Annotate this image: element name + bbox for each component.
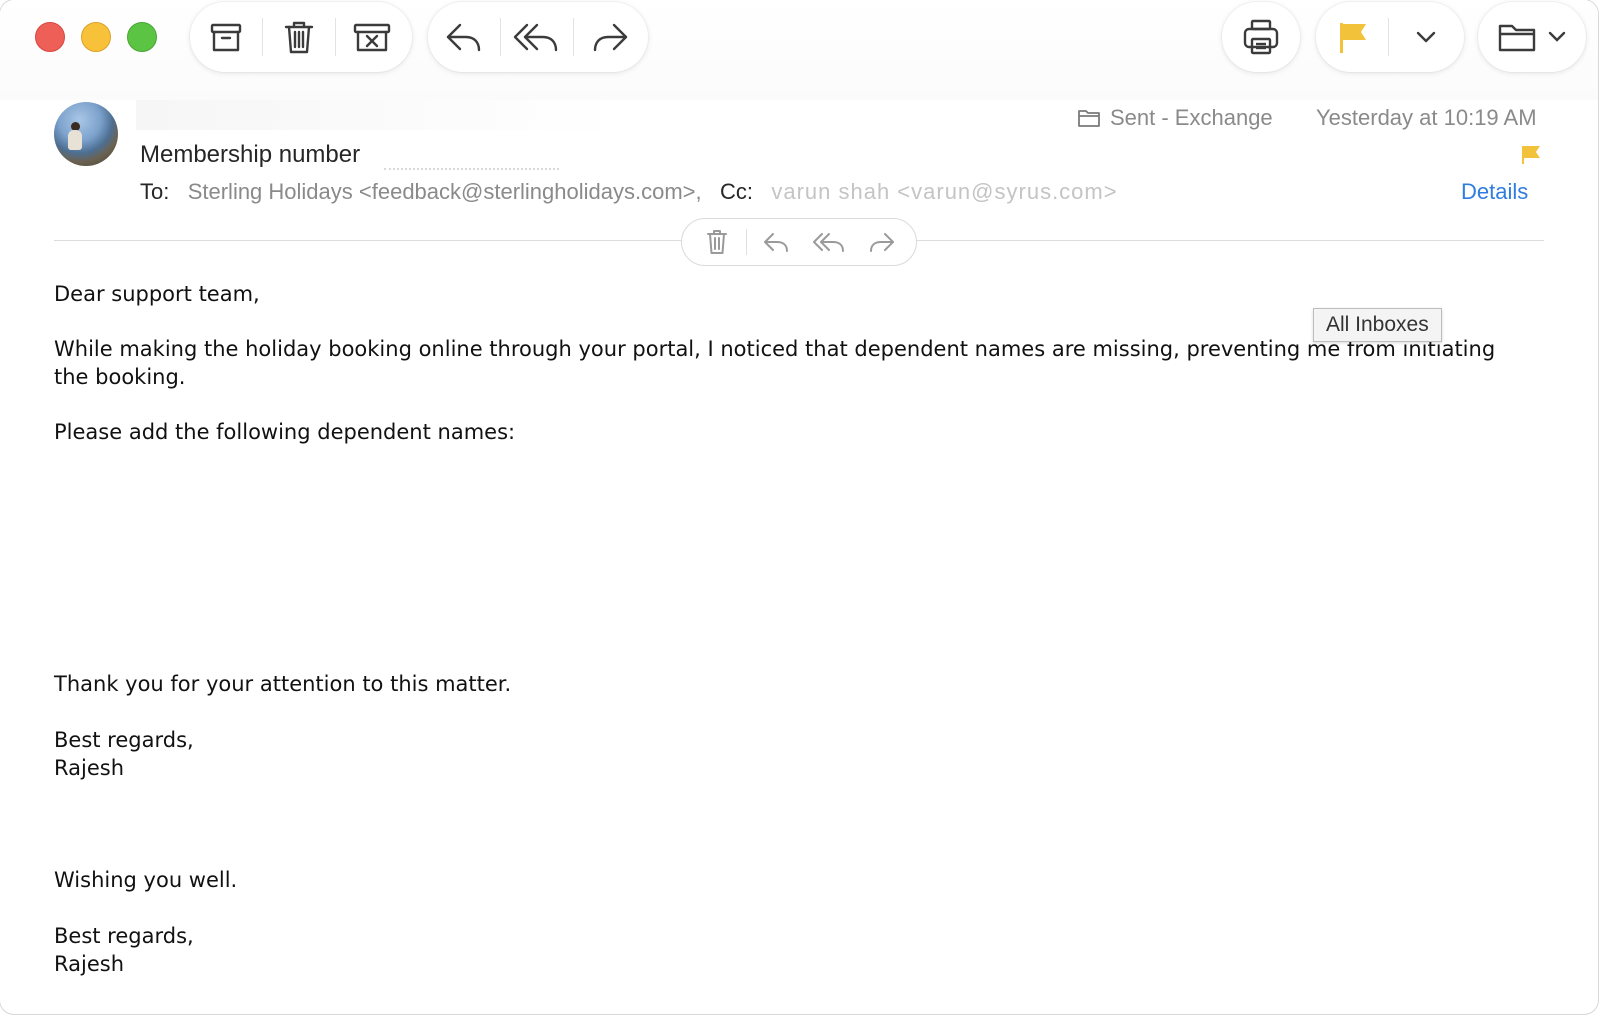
reply-all-icon xyxy=(812,233,844,252)
message-date: Yesterday at 10:19 AM xyxy=(1316,105,1537,130)
flag-group xyxy=(1316,2,1464,72)
toolbar xyxy=(0,0,1598,100)
trash-icon xyxy=(706,230,727,254)
mailbox-name: Sent - Exchange xyxy=(1110,105,1273,130)
chevron-down-icon xyxy=(1416,31,1436,43)
print-icon xyxy=(1243,19,1279,55)
flag-icon xyxy=(1340,23,1366,53)
cc-label: Cc: xyxy=(719,179,753,204)
sender-avatar xyxy=(54,102,118,166)
hover-delete-button[interactable] xyxy=(693,222,741,262)
toolbar-group-delete xyxy=(190,2,412,72)
details-link[interactable]: Details xyxy=(1461,179,1528,205)
mailbox-indicator: Sent - Exchange xyxy=(1078,105,1273,131)
reply-icon xyxy=(763,233,788,252)
avatar-photo-person xyxy=(68,130,82,150)
reply-all-icon xyxy=(513,23,558,52)
hover-reply-all-button[interactable] xyxy=(805,222,853,262)
mailbox-tooltip: All Inboxes xyxy=(1313,308,1442,342)
folder-icon xyxy=(1498,24,1536,52)
body-paragraph-1: While making the holiday booking online … xyxy=(54,337,1496,389)
archive-icon xyxy=(210,23,242,52)
close-window-button[interactable] xyxy=(35,22,65,52)
reply-icon xyxy=(446,23,481,52)
body-signature-1: Rajesh xyxy=(54,756,125,780)
flag-button[interactable] xyxy=(1316,2,1388,72)
hover-reply-button[interactable] xyxy=(752,222,800,262)
delete-button[interactable] xyxy=(263,2,335,72)
trash-icon xyxy=(284,21,314,54)
zoom-window-button[interactable] xyxy=(127,22,157,52)
chevron-down-icon xyxy=(1548,31,1566,42)
message-subject: Membership number xyxy=(140,141,361,168)
hover-separator xyxy=(745,229,747,255)
body-regards-1: Best regards, xyxy=(54,728,194,752)
reply-all-button[interactable] xyxy=(501,2,573,72)
archive-button[interactable] xyxy=(190,2,262,72)
hover-forward-button[interactable] xyxy=(858,222,906,262)
move-button[interactable] xyxy=(1478,2,1586,72)
flag-menu-button[interactable] xyxy=(1389,2,1463,72)
mail-window: Membership number Sent - Exchange Yester… xyxy=(0,0,1598,1014)
flag-icon xyxy=(1522,146,1540,164)
print-button[interactable] xyxy=(1222,2,1300,72)
to-label: To: xyxy=(140,179,170,204)
minimize-window-button[interactable] xyxy=(81,22,111,52)
body-greeting: Dear support team, xyxy=(54,282,260,306)
junk-button[interactable] xyxy=(336,2,408,72)
forward-icon xyxy=(593,23,628,52)
cc-recipient[interactable]: varun shah <varun@syrus.com> xyxy=(771,179,1117,204)
recipients-row: To: Sterling Holidays <feedback@sterling… xyxy=(140,179,1118,205)
forward-icon xyxy=(869,233,894,252)
message-hover-actions xyxy=(681,218,917,266)
folder-icon xyxy=(1078,110,1100,127)
forward-button[interactable] xyxy=(574,2,646,72)
sender-name-redacted xyxy=(136,100,622,130)
junk-icon xyxy=(353,23,391,52)
body-wish: Wishing you well. xyxy=(54,868,238,892)
body-regards-2: Best regards, xyxy=(54,924,194,948)
body-signature-2: Rajesh xyxy=(54,952,125,976)
body-paragraph-2: Please add the following dependent names… xyxy=(54,420,516,444)
body-thanks: Thank you for your attention to this mat… xyxy=(54,672,512,696)
subject-redacted-part xyxy=(384,148,559,170)
toolbar-group-reply xyxy=(428,2,648,72)
to-recipient[interactable]: Sterling Holidays <feedback@sterlingholi… xyxy=(188,179,702,204)
reply-button[interactable] xyxy=(428,2,500,72)
